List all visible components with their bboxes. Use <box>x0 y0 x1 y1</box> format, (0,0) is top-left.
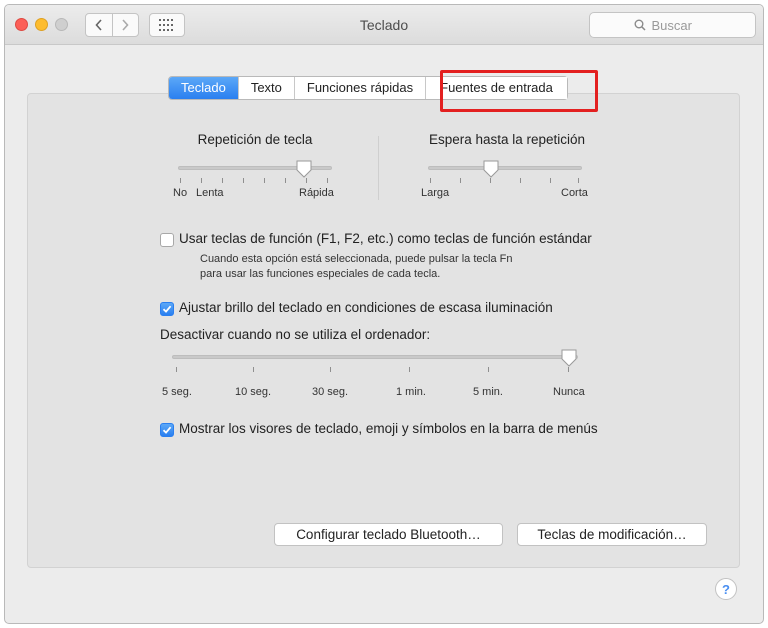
tab-teclado[interactable]: Teclado <box>169 77 238 99</box>
delay-repeat-slider[interactable] <box>483 160 499 178</box>
function-keys-description-1: Cuando esta opción está seleccionada, pu… <box>200 253 513 265</box>
deactivate-title: Desactivar cuando no se utiliza el orden… <box>160 327 431 342</box>
chevron-right-icon <box>122 19 129 31</box>
deactivate-label-5s: 5 seg. <box>162 386 192 398</box>
show-viewers-label: Mostrar los visores de teclado, emoji y … <box>179 421 598 436</box>
delay-repeat-track <box>428 166 582 170</box>
deactivate-label-never: Nunca <box>553 386 585 398</box>
back-button[interactable] <box>86 14 112 36</box>
chevron-left-icon <box>95 19 102 31</box>
brightness-checkbox[interactable] <box>160 302 174 316</box>
checkmark-icon <box>162 426 172 434</box>
delay-repeat-title: Espera hasta la repetición <box>428 132 586 147</box>
tab-funciones-rapidas[interactable]: Funciones rápidas <box>293 77 426 99</box>
key-repeat-slider[interactable] <box>296 160 312 178</box>
tab-fuentes-de-entrada[interactable]: Fuentes de entrada <box>425 77 567 99</box>
search-field[interactable] <box>589 12 756 38</box>
key-repeat-label-slow: Lenta <box>196 187 224 199</box>
zoom-window-button[interactable] <box>55 18 68 31</box>
close-window-button[interactable] <box>15 18 28 31</box>
function-keys-description-2: para usar las funciones especiales de ca… <box>200 268 441 280</box>
show-all-button[interactable] <box>149 13 185 37</box>
deactivate-label-1min: 1 min. <box>396 386 426 398</box>
deactivate-label-5min: 5 min. <box>473 386 503 398</box>
key-repeat-label-no: No <box>173 187 188 199</box>
key-repeat-label-fast: Rápida <box>299 187 334 199</box>
tab-texto[interactable]: Texto <box>237 77 294 99</box>
tab-bar: Teclado Texto Funciones rápidas Fuentes … <box>168 76 568 100</box>
key-repeat-title: Repetición de tecla <box>197 132 313 147</box>
delay-repeat-label-short: Corta <box>561 187 588 199</box>
deactivate-track <box>172 355 578 359</box>
function-keys-checkbox[interactable] <box>160 233 174 247</box>
configure-bluetooth-keyboard-button[interactable]: Configurar teclado Bluetooth… <box>274 523 503 546</box>
minimize-window-button[interactable] <box>35 18 48 31</box>
slider-divider <box>378 136 379 200</box>
modifier-keys-button[interactable]: Teclas de modificación… <box>517 523 707 546</box>
navigation-buttons <box>85 13 139 37</box>
function-keys-label: Usar teclas de función (F1, F2, etc.) co… <box>179 231 592 246</box>
search-icon <box>634 19 646 31</box>
search-input[interactable] <box>651 17 712 33</box>
deactivate-label-30s: 30 seg. <box>312 386 349 398</box>
deactivate-slider[interactable] <box>561 349 577 367</box>
grid-icon <box>159 19 173 31</box>
delay-repeat-label-long: Larga <box>421 187 450 199</box>
checkmark-icon <box>162 305 172 313</box>
deactivate-label-10s: 10 seg. <box>235 386 272 398</box>
help-button[interactable]: ? <box>715 578 737 600</box>
forward-button[interactable] <box>111 14 139 36</box>
brightness-label: Ajustar brillo del teclado en condicione… <box>179 300 553 315</box>
title-bar: Teclado <box>5 5 763 45</box>
show-viewers-checkbox[interactable] <box>160 423 174 437</box>
